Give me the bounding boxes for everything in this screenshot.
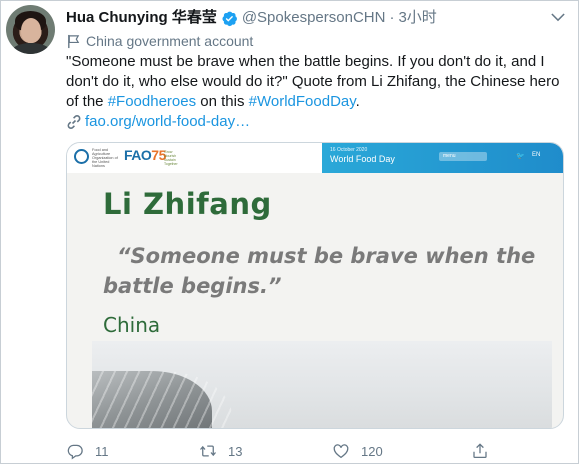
caret-down-icon[interactable] [550,10,566,24]
twitter-bird-icon: 🐦 [516,153,525,160]
account-label[interactable]: China government account [66,32,253,50]
like-icon [333,444,349,459]
retweet-icon [200,445,216,457]
wfd-date: 16 October 2020 [330,147,368,153]
display-name[interactable]: Hua Chunying 华春莹 [66,8,217,28]
link-text[interactable]: fao.org/world-food-day… [85,112,250,132]
account-label-text: China government account [86,33,254,49]
like-count: 120 [361,443,383,459]
tweet-text-part2: on this [196,93,249,110]
hashtag-worldfoodday[interactable]: #WorldFoodDay [249,93,356,110]
link-icon [67,115,81,129]
card-header: Food and Agriculture Organization of the… [67,143,563,173]
like-button[interactable]: 120 [332,442,383,460]
link-card[interactable]: Food and Agriculture Organization of the… [66,142,564,429]
fao-org-name: Food and Agriculture Organization of the… [92,148,118,168]
retweet-button[interactable]: 13 [199,442,242,460]
hashtag-foodheroes[interactable]: #Foodheroes [108,93,196,110]
fao75-prefix: FAO [124,147,152,163]
reply-icon [67,444,83,460]
retweet-count: 13 [228,443,243,459]
separator-dot: · [389,9,395,26]
wfd-search-text: menu [443,153,456,159]
wfd-title: World Food Day [330,154,395,164]
tweet-actions: 11 13 120 [66,441,546,461]
card-country: China [103,313,161,337]
fao75-logo: FAO75 [124,147,166,163]
tweet-header: Hua Chunying 华春莹 @SpokespersonCHN · 3小时 [66,8,437,28]
world-food-day-banner: 16 October 2020 World Food Day menu 🐦 EN [322,143,563,173]
flag-icon [68,34,80,48]
card-hero-name: Li Zhifang [103,187,272,221]
verified-badge-icon [221,10,238,27]
fao75-subtitle: Grow Nourish Sustain Together [164,150,178,166]
tweet-link[interactable]: fao.org/world-food-day… [66,112,564,132]
tweet-text-part3: . [355,93,360,110]
wfd-search-box: menu [439,152,487,161]
avatar[interactable] [6,5,55,54]
tweet-text: "Someone must be brave when the battle b… [66,52,564,132]
reply-count: 11 [95,443,109,459]
card-quote: “Someone must be brave when the battle b… [103,244,536,298]
share-button[interactable] [471,442,489,460]
card-photo [92,341,552,428]
user-handle[interactable]: @SpokespersonCHN [242,8,386,28]
reply-button[interactable]: 11 [66,442,109,460]
tweet[interactable]: Hua Chunying 华春莹 @SpokespersonCHN · 3小时 … [0,0,579,464]
tweet-time[interactable]: 3小时 [398,8,436,28]
wfd-language: EN [532,152,541,158]
fao-logo-icon [74,149,89,164]
share-icon [473,443,487,459]
